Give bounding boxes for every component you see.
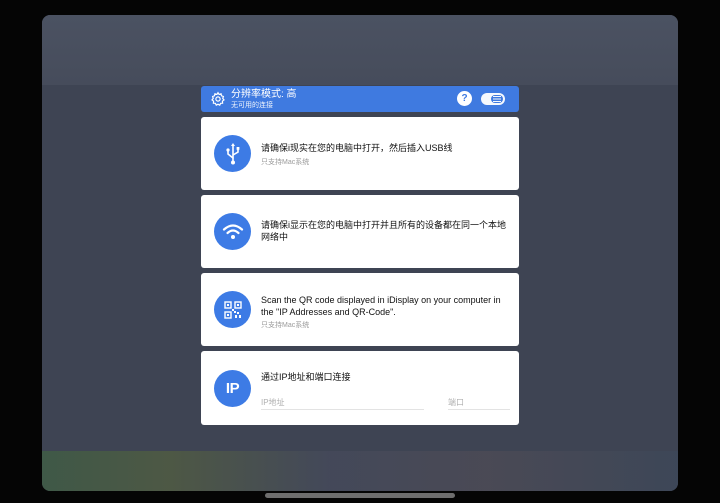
ip-instruction: 通过IP地址和端口连接 (261, 372, 351, 382)
ip-address-input[interactable] (261, 398, 424, 410)
connection-status: 无可用的连接 (231, 101, 273, 109)
usb-icon-circle (214, 135, 251, 172)
ip-connection-card: IP 通过IP地址和端口连接 (201, 351, 519, 425)
toggle-knob (491, 95, 503, 103)
help-button[interactable]: ? (457, 91, 472, 106)
grid-icon (493, 96, 501, 102)
gear-icon[interactable] (210, 91, 226, 107)
qr-note: 只支持Mac系统 (261, 322, 310, 329)
port-input[interactable] (448, 398, 510, 410)
wifi-icon (222, 223, 243, 239)
usb-instruction: 请确保i现实在您的电脑中打开，然后插入USB线 (261, 143, 453, 153)
usb-note: 只支持Mac系统 (261, 159, 310, 166)
qr-instruction: Scan the QR code displayed in iDisplay o… (261, 295, 501, 317)
resolution-mode-label: 分辨率模式: 高 (231, 88, 297, 100)
wifi-connection-card[interactable]: 请确保i显示在您的电脑中打开并且所有的设备都在同一个本地网络中 (201, 195, 519, 268)
header-text: 分辨率模式: 高 无可用的连接 (231, 88, 297, 109)
wifi-icon-circle (214, 213, 251, 250)
usb-connection-card[interactable]: 请确保i现实在您的电脑中打开，然后插入USB线 只支持Mac系统 (201, 117, 519, 190)
usb-icon (225, 142, 239, 164)
home-indicator[interactable] (265, 493, 455, 498)
ip-icon: IP (225, 380, 240, 397)
ip-icon-circle: IP (214, 370, 251, 407)
qr-connection-card[interactable]: Scan the QR code displayed in iDisplay o… (201, 273, 519, 346)
resolution-header: 分辨率模式: 高 无可用的连接 ? (201, 86, 519, 112)
qr-icon-circle (214, 291, 251, 328)
wifi-instruction: 请确保i显示在您的电脑中打开并且所有的设备都在同一个本地网络中 (261, 220, 507, 242)
mode-toggle[interactable] (481, 93, 505, 105)
qr-code-icon (223, 300, 242, 319)
